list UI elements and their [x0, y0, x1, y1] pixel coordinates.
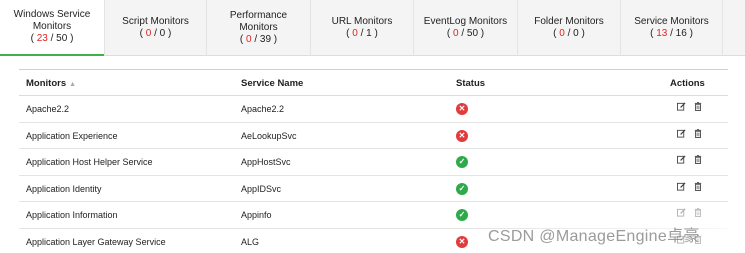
tab-total-count: 1 — [366, 28, 372, 39]
monitor-name[interactable]: Application Experience — [26, 131, 118, 141]
tab-title: URL Monitors — [331, 16, 393, 27]
tab-count: ( 0 / 0 ) — [553, 28, 585, 39]
column-header-service-name: Service Name — [241, 78, 304, 89]
tab-title: Service Monitors — [634, 16, 709, 27]
tab-count: ( 0 / 39 ) — [239, 34, 278, 45]
service-name: ALG — [241, 236, 260, 247]
x-circle-icon: ✕ — [456, 103, 468, 115]
tab-count: ( 13 / 16 ) — [650, 28, 693, 39]
tab-title: Folder Monitors — [534, 16, 604, 27]
service-name: Apache2.2 — [241, 104, 285, 114]
service-name: Appinfo — [241, 210, 272, 220]
tab-count: ( 0 / 0 ) — [139, 28, 172, 39]
tab-folder-monitors[interactable]: Folder Monitors ( 0 / 0 ) — [518, 0, 620, 56]
trash-icon[interactable] — [694, 102, 702, 113]
tab-total-count: 50 — [466, 28, 479, 39]
monitor-name[interactable]: Apache2.2 — [26, 104, 69, 114]
sort-up-icon[interactable]: ▲ — [69, 81, 76, 88]
tab-divider — [722, 0, 723, 56]
tab-eventlog-monitors[interactable]: EventLog Monitors ( 0 / 50 ) — [414, 0, 517, 56]
tab-down-count: 23 — [36, 33, 48, 44]
table-header: Monitors ▲ Service Name Status Actions — [19, 70, 728, 96]
tab-total-count: 39 — [259, 34, 272, 45]
monitor-name[interactable]: Application Host Helper Service — [26, 157, 153, 167]
tab-count: ( 23 / 50 ) — [30, 33, 74, 44]
tab-script-monitors[interactable]: Script Monitors ( 0 / 0 ) — [105, 0, 206, 56]
trash-icon[interactable] — [694, 128, 702, 140]
tab-count: ( 0 / 50 ) — [446, 28, 485, 39]
monitor-name[interactable]: Application Layer Gateway Service — [26, 237, 166, 247]
table-row: Application Host Helper Service AppHostSv… — [19, 149, 728, 176]
edit-icon[interactable] — [677, 102, 686, 113]
tab-title: EventLog Monitors — [423, 16, 508, 27]
watermark: CSDN @ManageEngine卓豪 — [488, 228, 700, 245]
tab-url-monitors[interactable]: URL Monitors ( 0 / 1 ) — [311, 0, 413, 56]
service-name: AppIDSvc — [241, 183, 282, 194]
column-header-label: Monitors — [26, 78, 67, 89]
edit-icon[interactable] — [677, 181, 686, 193]
tab-title: Script Monitors — [122, 16, 189, 27]
table-row: Application Experience AeLookupSvc ✕ — [19, 123, 728, 149]
tab-down-count: 0 — [452, 28, 459, 39]
tab-down-count: 0 — [559, 28, 565, 39]
monitor-name[interactable]: Application Information — [26, 210, 118, 220]
check-circle-icon: ✓ — [456, 182, 468, 195]
table-row: Apache2.2 Apache2.2 ✕ — [19, 96, 728, 123]
table-row: Application Identity AppIDSvc ✓ — [19, 176, 728, 202]
trash-icon[interactable] — [694, 155, 702, 166]
tab-total-count: 50 — [56, 33, 68, 44]
x-circle-icon: ✕ — [456, 235, 468, 248]
check-circle-icon: ✓ — [456, 209, 468, 221]
tab-down-count: 13 — [656, 28, 668, 39]
column-header-actions: Actions — [670, 78, 705, 89]
tab-windows-service-monitors[interactable]: Windows Service Monitors ( 23 / 50 ) — [0, 0, 104, 56]
tab-total-count: 0 — [573, 28, 579, 39]
tab-performance-monitors[interactable]: Performance Monitors ( 0 / 39 ) — [207, 0, 310, 56]
column-header-monitors[interactable]: Monitors ▲ — [26, 78, 76, 89]
monitor-tab-bar: Windows Service Monitors ( 23 / 50 ) Scr… — [0, 0, 745, 56]
tab-down-count: 0 — [145, 28, 152, 39]
edit-icon[interactable] — [677, 155, 686, 166]
column-header-status: Status — [456, 78, 486, 89]
service-name: AppHostSvc — [241, 157, 291, 167]
tab-down-count: 0 — [245, 34, 252, 45]
check-circle-icon: ✓ — [456, 156, 468, 168]
monitor-name[interactable]: Application Identity — [26, 184, 102, 194]
x-circle-icon: ✕ — [456, 129, 468, 142]
tab-service-monitors[interactable]: Service Monitors ( 13 / 16 ) — [621, 0, 722, 56]
tab-count: ( 0 / 1 ) — [346, 28, 378, 39]
service-name: AeLookupSvc — [241, 130, 297, 141]
edit-icon[interactable] — [677, 128, 686, 140]
tab-total-count: 0 — [159, 28, 166, 39]
tab-title: Windows Service Monitors — [13, 9, 91, 32]
tab-total-count: 16 — [675, 28, 687, 39]
tab-down-count: 0 — [352, 28, 358, 39]
trash-icon[interactable] — [694, 181, 702, 193]
tab-title: Performance Monitors — [229, 10, 288, 33]
